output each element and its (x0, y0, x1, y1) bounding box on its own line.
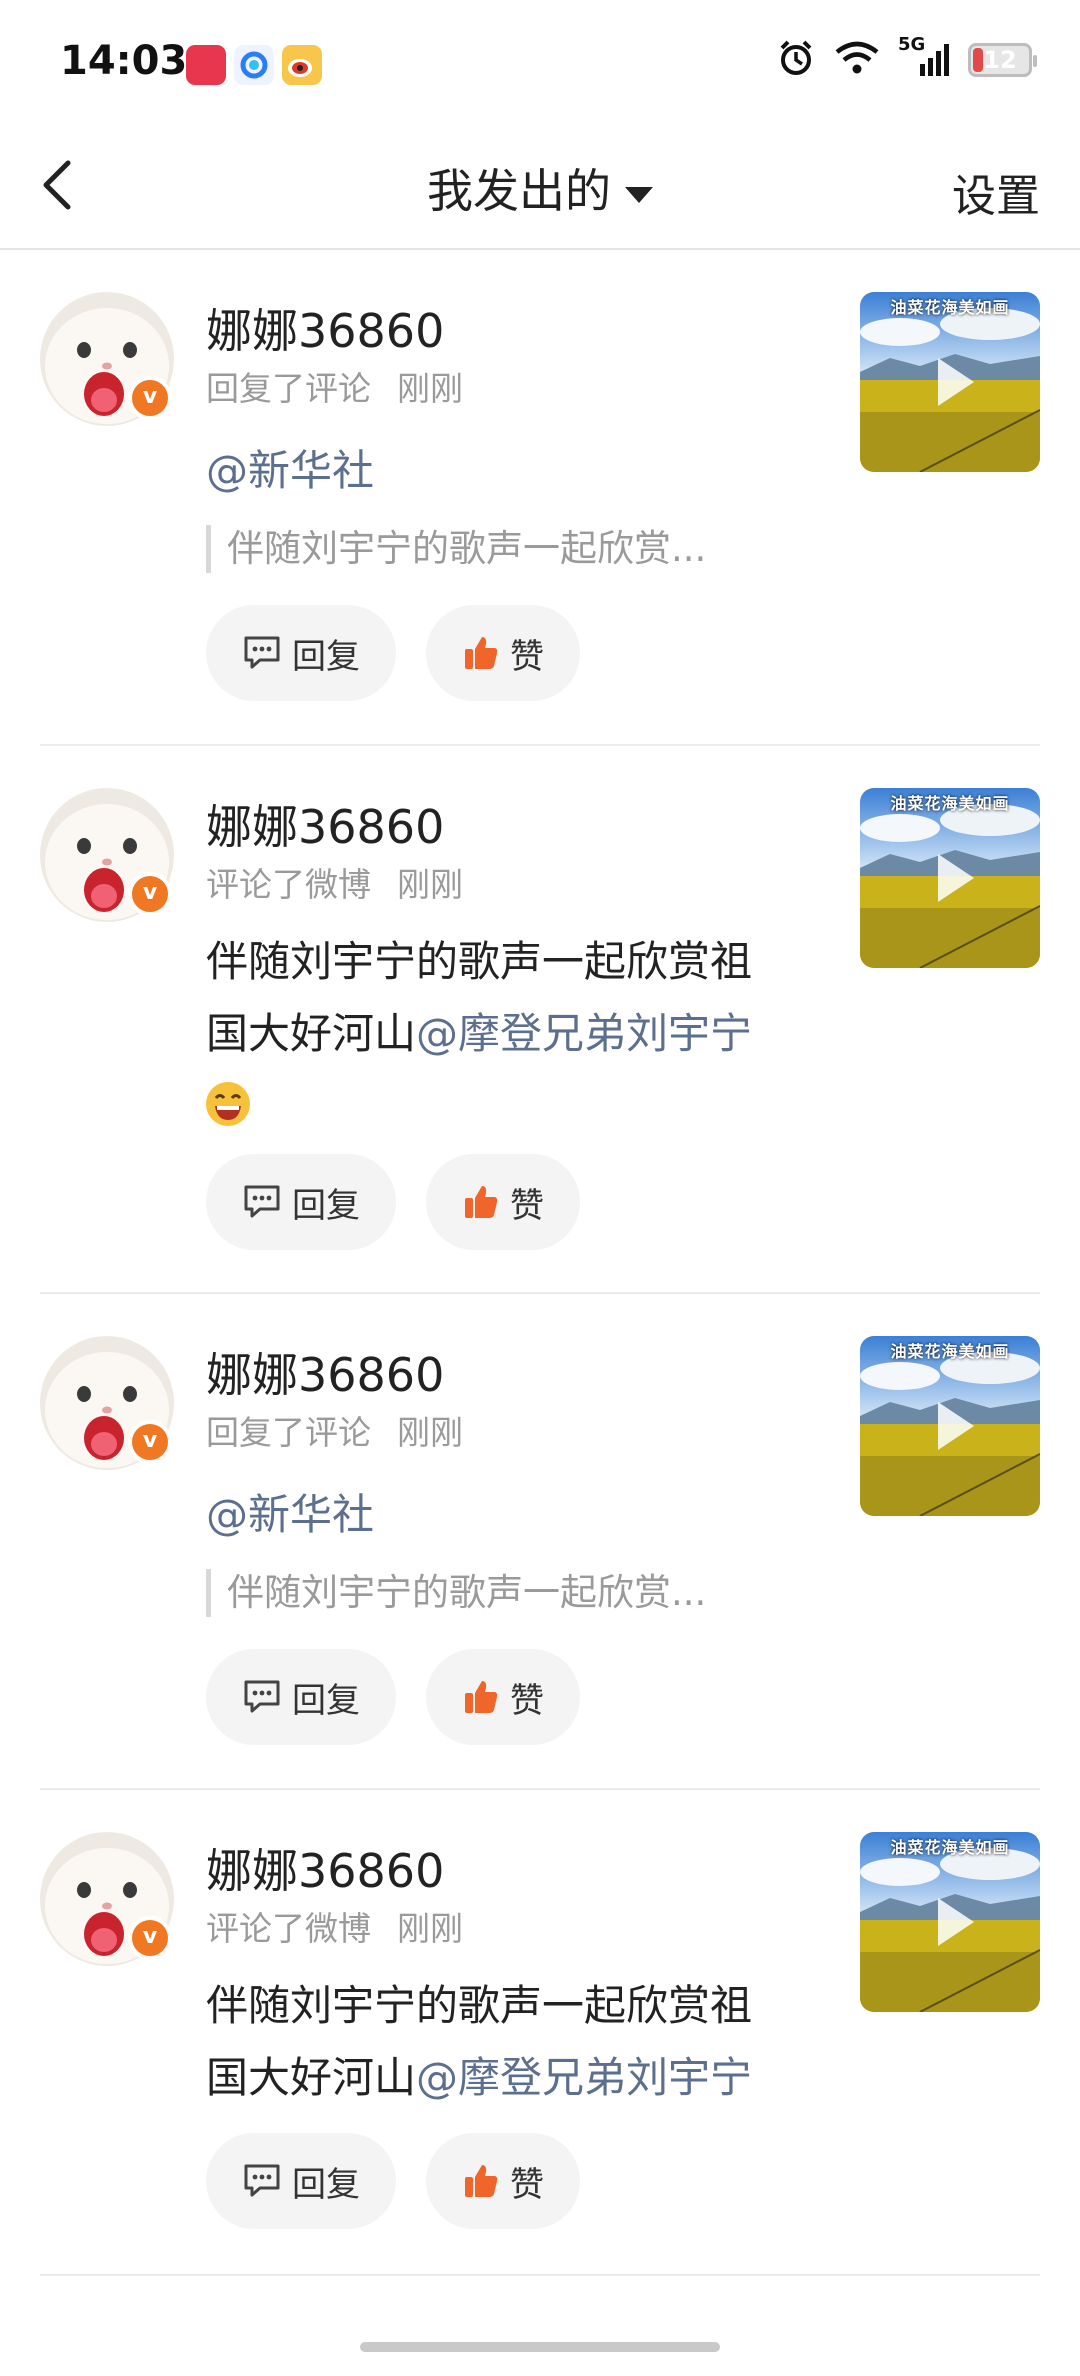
alarm-icon (776, 38, 816, 82)
comment-icon (242, 634, 282, 672)
reply-button[interactable]: 回复 (206, 2133, 396, 2229)
like-button[interactable]: 赞 (426, 2133, 580, 2229)
mention-link[interactable]: @新华社 (206, 446, 374, 495)
weibo-icon (282, 45, 322, 85)
page-title-dropdown[interactable]: 我发出的 (0, 155, 1080, 221)
quoted-comment[interactable]: 伴随刘宇宁的歌声一起欣赏... (206, 1569, 706, 1617)
mention-link[interactable]: @新华社 (206, 1490, 374, 1539)
comment-text-part: 国大好河山 (206, 2053, 417, 2102)
reply-button[interactable]: 回复 (206, 1154, 396, 1250)
item-meta: 回复了评论 刚刚 (206, 362, 463, 410)
mention-link[interactable]: @摩登兄弟刘宇宁 (416, 1009, 752, 1058)
mention-link[interactable]: @摩登兄弟刘宇宁 (416, 2053, 752, 2102)
avatar[interactable]: v (40, 1336, 174, 1470)
weibo-video-thumbnail[interactable]: 油菜花海美如画 (860, 788, 1040, 968)
play-icon (938, 1402, 974, 1450)
reply-button[interactable]: 回复 (206, 1649, 396, 1745)
like-button[interactable]: 赞 (426, 1154, 580, 1250)
action-text: 回复了评论 (206, 369, 371, 408)
reply-label: 回复 (292, 1185, 360, 1226)
caret-down-icon (625, 186, 653, 203)
user-name[interactable]: 娜娜36860 (206, 1835, 444, 1901)
top-nav-bar: 我发出的 设置 (0, 120, 1080, 250)
status-bar: 14:03 5G 12 (0, 0, 1080, 120)
avatar[interactable]: v (40, 788, 174, 922)
play-icon (938, 854, 974, 902)
weibo-video-thumbnail[interactable]: 油菜花海美如画 (860, 1336, 1040, 1516)
like-label: 赞 (510, 2164, 544, 2205)
thumbnail-caption: 油菜花海美如画 (890, 794, 1010, 813)
list-item: v 娜娜36860 评论了微博 刚刚 伴随刘宇宁的歌声一起欣赏祖 国大好河山@摩登… (40, 746, 1040, 1294)
sent-comments-list: v 娜娜36860 回复了评论 刚刚 @新华社 伴随刘宇宁的歌声一起欣赏... 回… (0, 250, 1080, 2276)
quoted-comment[interactable]: 伴随刘宇宁的歌声一起欣赏... (206, 525, 706, 573)
weibo-video-thumbnail[interactable]: 油菜花海美如画 (860, 292, 1040, 472)
comment-text: @新华社 (206, 1479, 806, 1551)
reply-label: 回复 (292, 636, 360, 677)
grinning-emoji-icon (206, 1082, 250, 1126)
comment-text: @新华社 (206, 435, 806, 507)
play-icon (938, 1898, 974, 1946)
status-time: 14:03 (60, 38, 188, 84)
like-label: 赞 (510, 1185, 544, 1226)
signal-icon: 5G (898, 34, 950, 80)
play-icon (938, 358, 974, 406)
item-meta: 评论了微博 刚刚 (206, 858, 463, 906)
list-item: v 娜娜36860 回复了评论 刚刚 @新华社 伴随刘宇宁的歌声一起欣赏... 回… (40, 250, 1040, 746)
item-meta: 回复了评论 刚刚 (206, 1406, 463, 1454)
thumbs-up-icon (462, 1678, 500, 1716)
comment-icon (242, 1678, 282, 1716)
action-text: 评论了微博 (206, 1909, 371, 1948)
avatar[interactable]: v (40, 1832, 174, 1966)
comment-icon (242, 1183, 282, 1221)
like-label: 赞 (510, 636, 544, 677)
action-text: 回复了评论 (206, 1413, 371, 1452)
comment-text: 伴随刘宇宁的歌声一起欣赏祖 国大好河山@摩登兄弟刘宇宁 (206, 1970, 806, 2114)
verified-badge: v (128, 872, 172, 916)
qq-browser-icon (234, 45, 274, 85)
timestamp: 刚刚 (397, 1413, 463, 1452)
avatar[interactable]: v (40, 292, 174, 426)
weibo-video-thumbnail[interactable]: 油菜花海美如画 (860, 1832, 1040, 2012)
thumbnail-caption: 油菜花海美如画 (890, 1342, 1010, 1361)
verified-badge: v (128, 1420, 172, 1464)
comment-line: 国大好河山@摩登兄弟刘宇宁 (206, 2042, 806, 2114)
thumbs-up-icon (462, 634, 500, 672)
like-button[interactable]: 赞 (426, 605, 580, 701)
settings-button[interactable]: 设置 (952, 160, 1040, 224)
user-name[interactable]: 娜娜36860 (206, 1339, 444, 1405)
battery-level: 12 (983, 46, 1017, 74)
thumbnail-caption: 油菜花海美如画 (890, 298, 1010, 317)
user-name[interactable]: 娜娜36860 (206, 791, 444, 857)
comment-text: 伴随刘宇宁的歌声一起欣赏祖 国大好河山@摩登兄弟刘宇宁 (206, 926, 806, 1070)
timestamp: 刚刚 (397, 1909, 463, 1948)
reply-label: 回复 (292, 2164, 360, 2205)
reply-button[interactable]: 回复 (206, 605, 396, 701)
verified-badge: v (128, 1916, 172, 1960)
thumbs-up-icon (462, 2162, 500, 2200)
timestamp: 刚刚 (397, 369, 463, 408)
like-label: 赞 (510, 1680, 544, 1721)
home-indicator[interactable] (360, 2342, 720, 2352)
page-title: 我发出的 (427, 164, 611, 218)
item-meta: 评论了微博 刚刚 (206, 1902, 463, 1950)
action-text: 评论了微博 (206, 865, 371, 904)
list-item: v 娜娜36860 回复了评论 刚刚 @新华社 伴随刘宇宁的歌声一起欣赏... 回… (40, 1294, 1040, 1790)
verified-badge: v (128, 376, 172, 420)
thumbnail-caption: 油菜花海美如画 (890, 1838, 1010, 1857)
comment-text-part: 国大好河山 (206, 1009, 417, 1058)
wifi-icon (834, 40, 880, 80)
comment-line: 伴随刘宇宁的歌声一起欣赏祖 (206, 1981, 753, 2030)
reply-label: 回复 (292, 1680, 360, 1721)
timestamp: 刚刚 (397, 865, 463, 904)
comment-line: 国大好河山@摩登兄弟刘宇宁 (206, 998, 806, 1070)
xiaohongshu-icon (186, 45, 226, 85)
comment-line: 伴随刘宇宁的歌声一起欣赏祖 (206, 937, 753, 986)
battery-icon: 12 (968, 43, 1037, 77)
list-item: v 娜娜36860 评论了微博 刚刚 伴随刘宇宁的歌声一起欣赏祖 国大好河山@摩登… (40, 1790, 1040, 2276)
thumbs-up-icon (462, 1183, 500, 1221)
user-name[interactable]: 娜娜36860 (206, 295, 444, 361)
comment-icon (242, 2162, 282, 2200)
status-indicators: 5G 12 (776, 34, 1037, 82)
like-button[interactable]: 赞 (426, 1649, 580, 1745)
